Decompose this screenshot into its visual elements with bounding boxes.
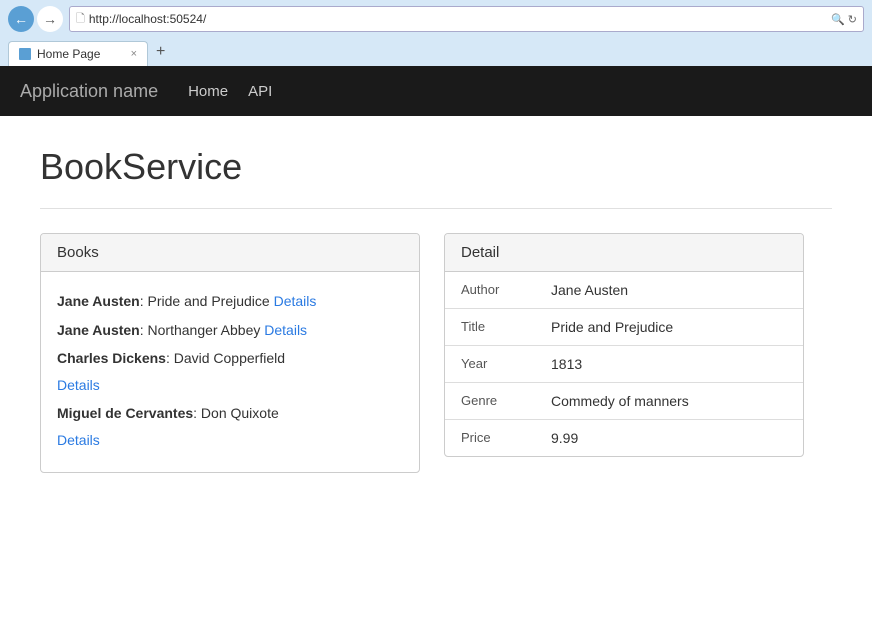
book-title: : David Copperfield bbox=[166, 350, 285, 366]
detail-label: Price bbox=[445, 420, 535, 457]
books-panel: Books Jane Austen: Pride and Prejudice D… bbox=[40, 233, 420, 473]
tab-bar: Home Page × + bbox=[8, 38, 864, 66]
detail-value: Commedy of manners bbox=[535, 383, 803, 420]
book-author: Charles Dickens bbox=[57, 350, 166, 366]
book-details-link[interactable]: Details bbox=[274, 293, 317, 309]
search-icon: 🔍 bbox=[831, 13, 845, 26]
tab-close-button[interactable]: × bbox=[131, 48, 137, 60]
book-author: Jane Austen bbox=[57, 322, 140, 338]
table-row: Genre Commedy of manners bbox=[445, 383, 803, 420]
book-title: : Don Quixote bbox=[193, 405, 279, 421]
detail-label: Author bbox=[445, 272, 535, 309]
tab-favicon bbox=[19, 48, 31, 60]
address-actions: 🔍 ↻ bbox=[831, 13, 857, 26]
table-row: Author Jane Austen bbox=[445, 272, 803, 309]
book-title: : Northanger Abbey bbox=[140, 322, 265, 338]
address-bar[interactable]: 🗋 http://localhost:50524/ 🔍 ↻ bbox=[69, 6, 864, 32]
page-content: BookService Books Jane Austen: Pride and… bbox=[0, 116, 872, 596]
book-title: : Pride and Prejudice bbox=[140, 293, 274, 309]
columns-layout: Books Jane Austen: Pride and Prejudice D… bbox=[40, 233, 832, 473]
list-item: Jane Austen: Pride and Prejudice Details bbox=[57, 288, 403, 315]
detail-panel: Detail Author Jane Austen Title Pride an… bbox=[444, 233, 804, 457]
table-row: Title Pride and Prejudice bbox=[445, 309, 803, 346]
table-row: Price 9.99 bbox=[445, 420, 803, 457]
detail-label: Title bbox=[445, 309, 535, 346]
detail-value: 1813 bbox=[535, 346, 803, 383]
back-button[interactable]: ← bbox=[8, 6, 34, 32]
nav-buttons: ← → bbox=[8, 6, 63, 32]
detail-panel-header: Detail bbox=[445, 234, 803, 272]
book-author: Miguel de Cervantes bbox=[57, 405, 193, 421]
page-title: BookService bbox=[40, 146, 832, 188]
browser-toolbar: ← → 🗋 http://localhost:50524/ 🔍 ↻ bbox=[8, 6, 864, 32]
divider bbox=[40, 208, 832, 209]
tab-title: Home Page bbox=[37, 47, 100, 61]
detail-value: Pride and Prejudice bbox=[535, 309, 803, 346]
detail-label: Genre bbox=[445, 383, 535, 420]
refresh-icon[interactable]: ↻ bbox=[848, 13, 857, 26]
url-text: http://localhost:50524/ bbox=[89, 12, 827, 26]
list-item: Miguel de Cervantes: Don Quixote Details bbox=[57, 400, 403, 453]
table-row: Year 1813 bbox=[445, 346, 803, 383]
browser-tab[interactable]: Home Page × bbox=[8, 41, 148, 66]
book-details-link[interactable]: Details bbox=[57, 432, 100, 448]
detail-value: Jane Austen bbox=[535, 272, 803, 309]
detail-table: Author Jane Austen Title Pride and Preju… bbox=[445, 272, 803, 456]
books-panel-header: Books bbox=[41, 234, 419, 272]
nav-home-link[interactable]: Home bbox=[188, 83, 228, 100]
book-details-link[interactable]: Details bbox=[57, 377, 100, 393]
list-item: Jane Austen: Northanger Abbey Details bbox=[57, 317, 403, 344]
app-name: Application name bbox=[20, 81, 158, 102]
list-item: Charles Dickens: David Copperfield Detai… bbox=[57, 345, 403, 398]
detail-label: Year bbox=[445, 346, 535, 383]
browser-chrome: ← → 🗋 http://localhost:50524/ 🔍 ↻ Home P… bbox=[0, 0, 872, 66]
page-icon: 🗋 bbox=[76, 10, 85, 29]
books-panel-body: Jane Austen: Pride and Prejudice Details… bbox=[41, 272, 419, 472]
forward-button[interactable]: → bbox=[37, 6, 63, 32]
app-navbar: Application name Home API bbox=[0, 66, 872, 116]
book-details-link[interactable]: Details bbox=[264, 322, 307, 338]
detail-value: 9.99 bbox=[535, 420, 803, 457]
book-author: Jane Austen bbox=[57, 293, 140, 309]
nav-api-link[interactable]: API bbox=[248, 83, 272, 100]
new-tab-button[interactable]: + bbox=[148, 38, 173, 66]
